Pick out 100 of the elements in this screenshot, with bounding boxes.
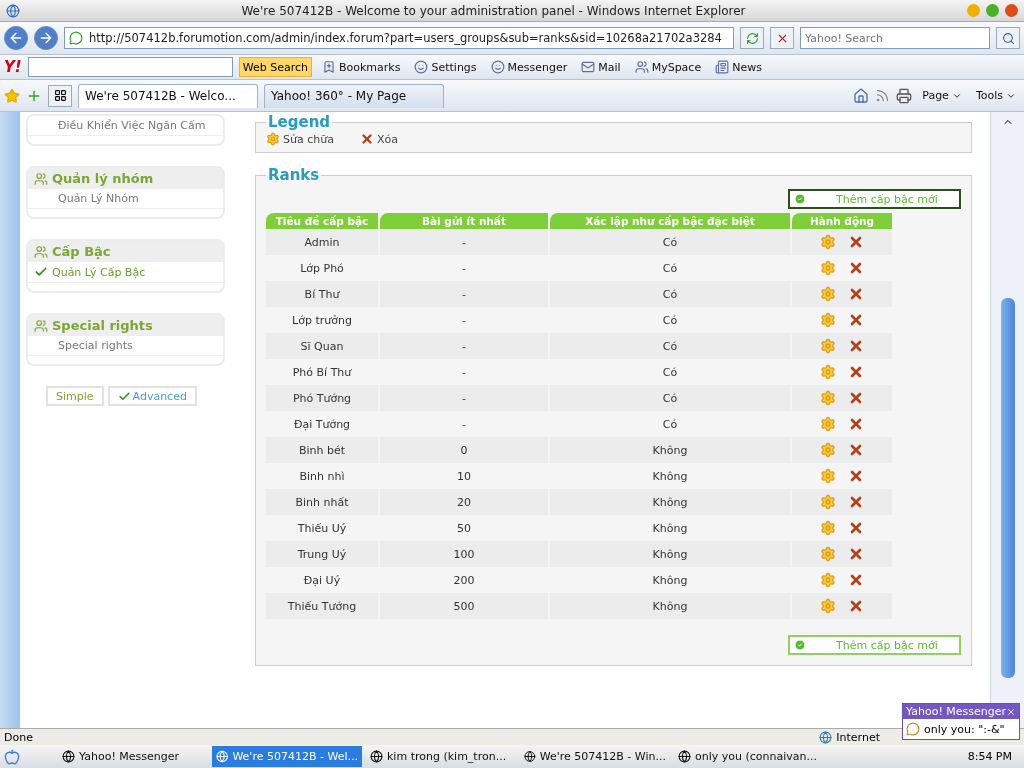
column-header: Bài gửi ít nhất <box>380 213 548 229</box>
delete-icon[interactable] <box>848 468 864 484</box>
command-menu[interactable]: Tools <box>971 89 1020 102</box>
edit-icon[interactable] <box>820 338 836 354</box>
delete-icon[interactable] <box>848 390 864 406</box>
delete-icon[interactable] <box>848 312 864 328</box>
table-cell: Bí Thư <box>266 281 378 307</box>
quick-tabs-button[interactable] <box>48 84 72 107</box>
toolbar-item[interactable]: Messenger <box>486 60 572 74</box>
sidebar-link[interactable]: Điều Khiển Việc Ngăn Cấm <box>28 116 223 136</box>
toolbar-item[interactable]: News <box>711 60 766 74</box>
table-cell: Không <box>550 541 790 567</box>
table-cell: - <box>380 385 548 411</box>
people-icon <box>34 318 48 333</box>
browser-icon <box>6 3 20 18</box>
address-field[interactable]: http://507412b.forumotion.com/admin/index.forum?part=users_groups&sub=ranks&sid=10268a21702a3284 <box>64 27 734 49</box>
url-text: http://507412b.forumotion.com/admin/index.forum?part=users_groups&sub=ranks&sid=10268a21702a3284 <box>89 31 722 45</box>
search-field[interactable]: Yahoo! Search <box>800 27 990 49</box>
table-cell: Có <box>550 385 790 411</box>
toolbar-item[interactable]: Mail <box>577 60 625 74</box>
edit-icon[interactable] <box>820 286 836 302</box>
close-icon[interactable] <box>1006 706 1016 717</box>
search-icon <box>1001 31 1015 45</box>
sidebar-title: Quản lý nhóm <box>52 171 154 186</box>
smiley-icon <box>490 60 505 74</box>
face-icon <box>414 60 429 74</box>
people-icon <box>34 171 48 186</box>
clock: 8:54 PM <box>967 750 1013 763</box>
edit-icon[interactable] <box>820 416 836 432</box>
check-icon <box>34 265 48 279</box>
delete-icon[interactable] <box>848 572 864 588</box>
taskbar-button[interactable]: kim trong (kim_tron... <box>366 746 516 767</box>
close-button[interactable] <box>1005 4 1018 17</box>
delete-icon[interactable] <box>848 520 864 536</box>
yahoo-logo[interactable]: Y! <box>4 58 22 76</box>
table-cell: Trung Uý <box>266 541 378 567</box>
table-cell: - <box>380 229 548 255</box>
delete-icon[interactable] <box>848 598 864 614</box>
favorites-icon[interactable] <box>4 87 20 104</box>
check-icon <box>117 389 131 403</box>
panel-title: Ranks <box>267 165 321 185</box>
scroll-thumb[interactable] <box>1000 298 1015 678</box>
edit-icon[interactable] <box>820 598 836 614</box>
stop-button[interactable] <box>770 27 794 49</box>
table-cell: Admin <box>266 229 378 255</box>
edit-icon[interactable] <box>820 442 836 458</box>
edit-icon[interactable] <box>820 468 836 484</box>
browser-tab[interactable]: We're 507412B - Welco... <box>78 83 258 108</box>
edit-icon[interactable] <box>820 364 836 380</box>
table-cell: 0 <box>380 437 548 463</box>
sidebar-title: Special rights <box>52 318 153 333</box>
maximize-button[interactable] <box>986 4 999 17</box>
globe-icon <box>524 750 536 763</box>
start-icon[interactable] <box>4 748 20 765</box>
taskbar-button[interactable]: We're 507412B - Wel... <box>212 746 362 767</box>
home-icon[interactable] <box>853 87 870 104</box>
edit-icon[interactable] <box>820 572 836 588</box>
edit-icon[interactable] <box>820 312 836 328</box>
edit-icon[interactable] <box>820 494 836 510</box>
taskbar-button[interactable]: We're 507412B - Win... <box>520 746 670 767</box>
edit-icon[interactable] <box>820 520 836 536</box>
taskbar-button[interactable]: Yahoo! Messenger <box>58 746 208 767</box>
browser-tab[interactable]: Yahoo! 360° - My Page <box>264 83 444 108</box>
edit-icon[interactable] <box>820 234 836 250</box>
check-circle-icon <box>794 193 806 205</box>
search-button[interactable] <box>996 27 1020 49</box>
delete-icon[interactable] <box>848 286 864 302</box>
delete-icon[interactable] <box>848 442 864 458</box>
panel-title: Legend <box>267 112 332 132</box>
edit-icon[interactable] <box>820 390 836 406</box>
toolbar-item[interactable]: Settings <box>410 60 481 74</box>
sidebar-link[interactable]: Quản Lý Nhóm <box>28 189 223 209</box>
sidebar-link[interactable]: Special rights <box>28 336 223 356</box>
toolbar-item[interactable]: MySpace <box>630 60 706 74</box>
legend-item: Xóa <box>359 132 398 146</box>
delete-icon[interactable] <box>848 338 864 354</box>
delete-icon[interactable] <box>848 416 864 432</box>
command-menu[interactable]: Page <box>918 89 966 102</box>
toolbar-item[interactable]: Bookmarks <box>318 60 405 74</box>
taskbar-button[interactable]: only you (connaivan... <box>674 746 824 767</box>
delete-icon[interactable] <box>848 364 864 380</box>
back-button[interactable] <box>4 26 28 50</box>
globe-icon <box>216 750 229 763</box>
sidebar-title: Cấp Bậc <box>52 244 111 259</box>
delete-icon[interactable] <box>848 494 864 510</box>
gear-icon <box>266 132 280 146</box>
edit-icon[interactable] <box>820 546 836 562</box>
table-cell: Phó Tướng <box>266 385 378 411</box>
web-search-button[interactable]: Web Search <box>238 57 312 77</box>
delete-icon[interactable] <box>848 260 864 276</box>
print-icon[interactable] <box>896 87 913 104</box>
chat-icon <box>906 722 920 736</box>
refresh-button[interactable] <box>740 27 764 49</box>
delete-icon[interactable] <box>848 234 864 250</box>
forward-button[interactable] <box>34 26 58 50</box>
delete-icon[interactable] <box>848 546 864 562</box>
feed-icon[interactable] <box>875 88 891 103</box>
popup-message: only you: ":-&" <box>924 722 1005 736</box>
toolbar-search-field[interactable] <box>27 57 233 77</box>
edit-icon[interactable] <box>820 260 836 276</box>
